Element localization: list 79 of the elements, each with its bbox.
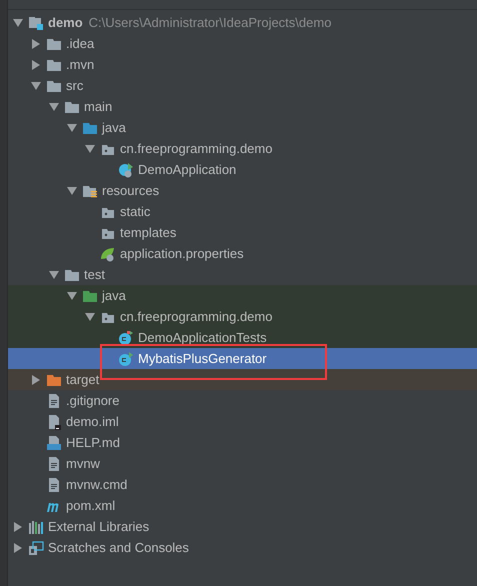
tree-row[interactable]: pom.xml — [8, 495, 477, 516]
tree-row[interactable]: .gitignore — [8, 390, 477, 411]
collapse-arrow-icon[interactable] — [85, 144, 95, 154]
class-icon — [118, 330, 134, 346]
collapse-arrow-icon[interactable] — [67, 290, 77, 300]
tree-row[interactable]: resources — [8, 180, 477, 201]
collapse-arrow-icon[interactable] — [13, 18, 23, 28]
tree-row[interactable]: demo.iml — [8, 411, 477, 432]
module-icon — [28, 14, 44, 30]
tree-row[interactable]: demo C:\Users\Administrator\IdeaProjects\demo — [8, 12, 477, 33]
tree-row[interactable]: External Libraries — [8, 516, 477, 537]
tree-row[interactable]: DemoApplication — [8, 159, 477, 180]
tree-row[interactable]: DemoApplicationTests — [8, 327, 477, 348]
item-label: templates — [120, 224, 176, 242]
collapse-arrow-icon[interactable] — [67, 186, 77, 196]
tree-row[interactable]: test — [8, 264, 477, 285]
collapse-arrow-icon[interactable] — [49, 270, 59, 280]
libraries-icon — [28, 518, 44, 534]
tree-row[interactable]: .idea — [8, 33, 477, 54]
tree-row[interactable]: main — [8, 96, 477, 117]
tree-row[interactable]: HELP.md — [8, 432, 477, 453]
collapse-arrow-icon[interactable] — [85, 312, 95, 322]
item-label: DemoApplication — [138, 160, 236, 179]
collapse-arrow-icon[interactable] — [49, 102, 59, 112]
item-label: java — [102, 118, 126, 137]
file-icon — [46, 392, 62, 408]
tree-row[interactable]: java — [8, 285, 477, 306]
item-label: java — [102, 286, 126, 305]
item-label: Scratches and Consoles — [48, 538, 189, 557]
tree-row[interactable]: src — [8, 75, 477, 96]
item-label: External Libraries — [48, 518, 150, 536]
tree-row[interactable]: cn.freeprogramming.demo — [8, 138, 477, 159]
item-label: resources — [102, 182, 160, 200]
tree-row[interactable]: mvnw — [8, 453, 477, 474]
item-label: pom.xml — [66, 496, 116, 515]
expand-arrow-icon[interactable] — [13, 542, 23, 552]
tree-row[interactable]: mvnw.cmd — [8, 474, 477, 495]
item-label: cn.freeprogramming.demo — [120, 140, 272, 158]
file-icon — [46, 414, 62, 430]
item-label: main — [84, 98, 112, 116]
expand-arrow-icon[interactable] — [13, 522, 23, 532]
file-icon — [46, 476, 62, 492]
tree-row[interactable]: cn.freeprogramming.demo — [8, 306, 477, 327]
tree-row[interactable]: target — [8, 369, 477, 390]
markdown-file-icon — [46, 434, 62, 450]
item-label: test — [84, 266, 105, 284]
tree-row[interactable]: templates — [8, 222, 477, 243]
class-icon — [118, 350, 134, 366]
item-label: demo.iml — [66, 412, 119, 431]
item-label: application.properties — [120, 244, 244, 263]
scratches-icon — [28, 540, 44, 556]
item-label: .mvn — [66, 56, 94, 74]
tree-row[interactable]: static — [8, 201, 477, 222]
item-label: MybatisPlusGenerator — [138, 350, 267, 368]
module-path: C:\Users\Administrator\IdeaProjects\demo — [88, 14, 332, 32]
item-label: demo — [48, 14, 83, 32]
item-label: src — [66, 76, 84, 95]
tree-row[interactable]: application.properties — [8, 243, 477, 264]
item-label: mvnw.cmd — [66, 476, 128, 494]
file-icon — [46, 456, 62, 472]
item-label: static — [120, 202, 150, 221]
tree-row[interactable]: .mvn — [8, 54, 477, 75]
class-icon — [118, 162, 134, 178]
item-label: DemoApplicationTests — [138, 328, 267, 347]
expand-arrow-icon[interactable] — [31, 374, 41, 384]
item-label: mvnw — [66, 454, 100, 473]
item-label: target — [66, 370, 100, 389]
collapse-arrow-icon[interactable] — [31, 80, 41, 90]
item-label: HELP.md — [66, 434, 120, 452]
item-label: cn.freeprogramming.demo — [120, 308, 272, 326]
tree-row[interactable]: Scratches and Consoles — [8, 537, 477, 558]
expand-arrow-icon[interactable] — [31, 60, 41, 70]
tree-row[interactable]: java — [8, 117, 477, 138]
expand-arrow-icon[interactable] — [31, 38, 41, 48]
item-label: .idea — [66, 34, 94, 53]
tree-row[interactable]: MybatisPlusGenerator — [8, 348, 477, 369]
collapse-arrow-icon[interactable] — [67, 122, 77, 132]
leaf-icon — [100, 246, 116, 262]
item-label: .gitignore — [66, 392, 120, 410]
